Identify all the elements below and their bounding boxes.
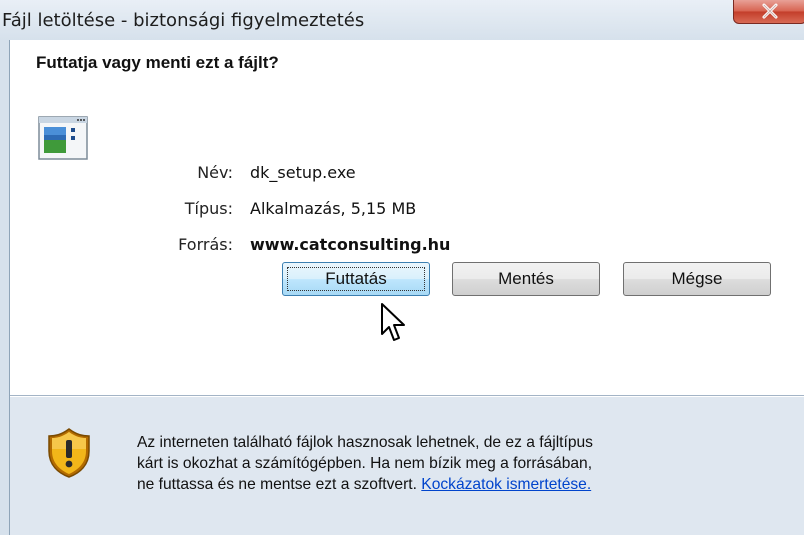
warning-line-3: ne futtassa és ne mentse ezt a szoftvert… [137, 474, 777, 495]
title-bar: Fájl letöltése - biztonsági figyelmeztet… [0, 0, 804, 40]
name-label: Név: [197, 163, 233, 182]
window-frame-left [0, 40, 10, 535]
close-button[interactable] [733, 0, 804, 24]
security-shield-warning-icon [48, 428, 90, 478]
cancel-button[interactable]: Mégse [623, 262, 771, 296]
close-icon [762, 3, 778, 19]
security-warning-text: Az interneten található fájlok hasznosak… [137, 432, 777, 495]
warning-line-2: kárt is okozhat a számítógépben. Ha nem … [137, 455, 593, 472]
save-button[interactable]: Mentés [452, 262, 600, 296]
executable-file-icon [38, 116, 88, 160]
warning-line-1: Az interneten található fájlok hasznosak… [137, 434, 593, 451]
source-value: www.catconsulting.hu [250, 235, 451, 254]
window-title: Fájl letöltése - biztonsági figyelmeztet… [2, 10, 365, 31]
run-button[interactable]: Futtatás [282, 262, 430, 296]
name-value: dk_setup.exe [250, 163, 356, 182]
mouse-cursor-icon [381, 303, 405, 341]
source-label: Forrás: [178, 235, 233, 254]
type-label: Típus: [184, 199, 233, 218]
risks-link[interactable]: Kockázatok ismertetése. [421, 476, 591, 493]
dialog-question: Futtatja vagy menti ezt a fájlt? [36, 53, 279, 72]
type-value: Alkalmazás, 5,15 MB [250, 199, 417, 218]
warning-line-3-text: ne futtassa és ne mentse ezt a szoftvert… [137, 476, 422, 493]
